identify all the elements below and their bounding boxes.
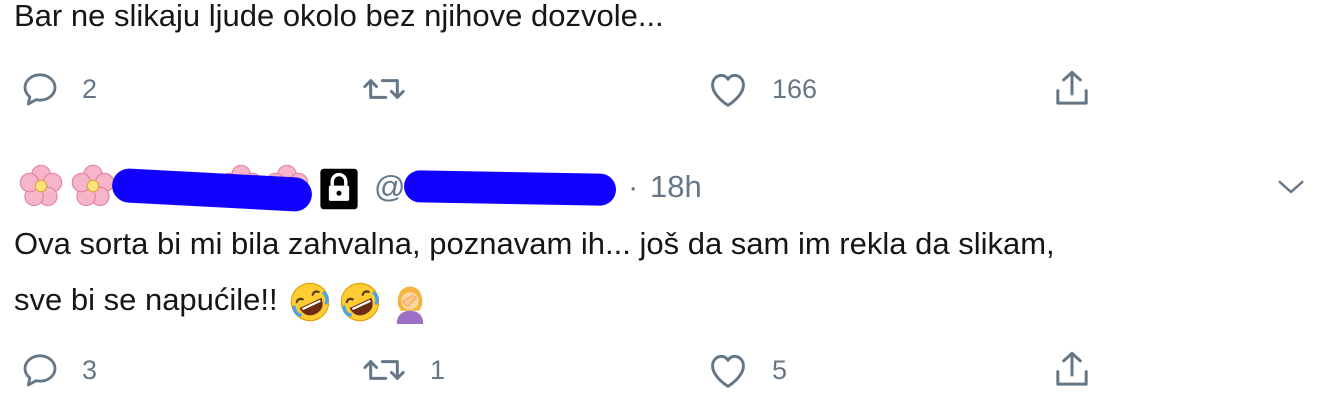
like-icon: [711, 73, 745, 107]
cherry-blossom-icon: [19, 164, 63, 207]
like-icon: [711, 354, 745, 388]
share-icon: [1056, 351, 1088, 386]
tweet-actions: 2 166: [0, 64, 1320, 114]
share-icon: [1056, 70, 1088, 105]
tweet-text-line: Ova sorta bi mi bila zahvalna, poznavam …: [14, 226, 1055, 261]
share-button[interactable]: [1052, 64, 1092, 114]
retweet-icon: [363, 79, 405, 99]
reply-icon: [23, 354, 57, 387]
share-button[interactable]: [1052, 345, 1092, 395]
retweet-button[interactable]: [360, 64, 430, 114]
tweet-text: Ova sorta bi mi bila zahvalna, poznavam …: [14, 216, 1055, 328]
tweet-text-line-2: sve bi se napućile!!: [14, 272, 1055, 328]
redacted-handle[interactable]: [403, 170, 617, 206]
reply-icon: [23, 73, 57, 106]
separator: ·: [628, 169, 639, 204]
like-button[interactable]: 166: [706, 64, 817, 114]
like-button[interactable]: 5: [706, 345, 787, 395]
emoji-group: [288, 280, 432, 324]
retweet-button[interactable]: 1: [360, 345, 445, 395]
rolling-laughing-emoji-icon: [340, 282, 379, 322]
tweet-actions: 3 1 5: [0, 345, 1320, 395]
cherry-blossom-icon: [71, 164, 115, 207]
retweet-count: 1: [430, 354, 446, 385]
woman-facepalming-emoji-icon: [396, 286, 423, 324]
retweet-icon: [363, 360, 405, 380]
timeline: Bar ne slikaju ljude okolo bez njihove d…: [0, 0, 1320, 400]
handle-prefix: @: [374, 169, 406, 204]
reply-button[interactable]: 2: [20, 64, 97, 114]
like-count: 5: [772, 354, 788, 385]
reply-button[interactable]: 3: [20, 345, 97, 395]
reply-count: 2: [82, 73, 98, 104]
chevron-down-icon[interactable]: [1276, 177, 1306, 197]
tweet-text: Bar ne slikaju ljude okolo bez njihove d…: [14, 0, 664, 33]
lock-icon: [320, 168, 358, 210]
like-count: 166: [772, 73, 818, 104]
rolling-laughing-emoji-icon: [290, 282, 329, 322]
reply-count: 3: [82, 354, 98, 385]
tweet-text-line-content: sve bi se napućile!!: [14, 282, 278, 317]
tweet-header: @ · 18h: [0, 163, 1320, 215]
tweet-timestamp[interactable]: 18h: [650, 169, 702, 205]
